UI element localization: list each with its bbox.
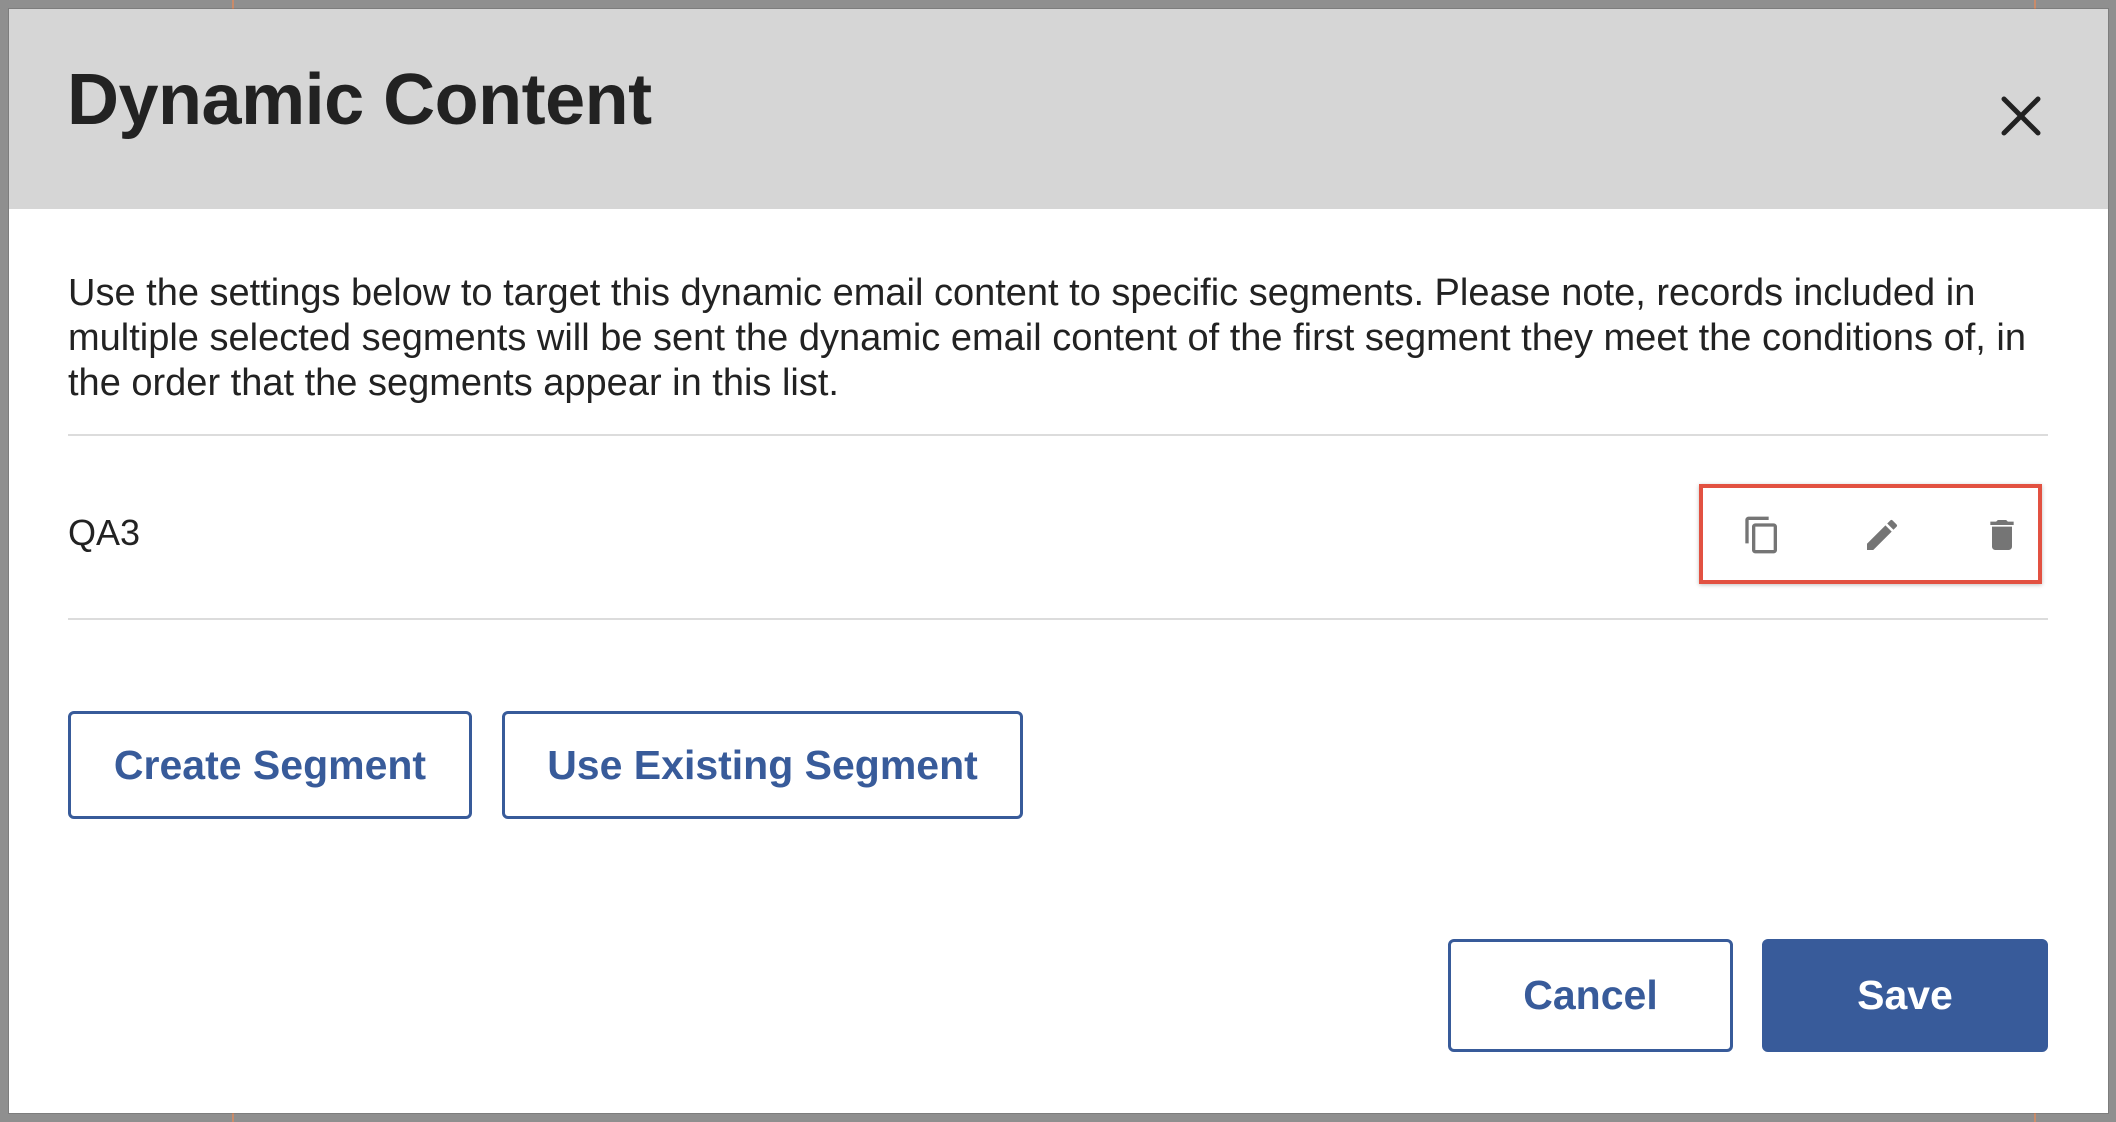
close-button[interactable] — [1986, 81, 2056, 151]
edit-segment-button[interactable] — [1859, 512, 1905, 558]
dialog-title: Dynamic Content — [67, 60, 652, 140]
cancel-button[interactable]: Cancel — [1448, 939, 1733, 1052]
copy-icon — [1745, 516, 1777, 554]
save-button[interactable]: Save — [1762, 939, 2048, 1052]
use-existing-segment-button[interactable]: Use Existing Segment — [502, 711, 1023, 819]
dialog-description: Use the settings below to target this dy… — [68, 272, 2027, 404]
backdrop-edge-line — [232, 0, 234, 9]
close-icon — [2001, 96, 2041, 136]
divider — [68, 618, 2048, 620]
dialog-header: Dynamic Content — [9, 9, 2108, 209]
copy-segment-button[interactable] — [1739, 512, 1785, 558]
create-segment-button[interactable]: Create Segment — [68, 711, 472, 819]
segment-list-item: QA3 — [68, 446, 2048, 624]
backdrop-edge-line — [232, 1113, 234, 1122]
dynamic-content-dialog: Dynamic Content Use the settings below t… — [9, 9, 2108, 1113]
backdrop-edge-line — [2034, 0, 2036, 9]
divider — [68, 434, 2048, 436]
trash-icon — [1990, 520, 2014, 550]
segment-name: QA3 — [68, 512, 141, 553]
backdrop-edge-line — [2034, 1113, 2036, 1122]
segment-actions — [1699, 484, 2042, 584]
edit-icon — [1867, 519, 1898, 550]
delete-segment-button[interactable] — [1979, 512, 2025, 558]
